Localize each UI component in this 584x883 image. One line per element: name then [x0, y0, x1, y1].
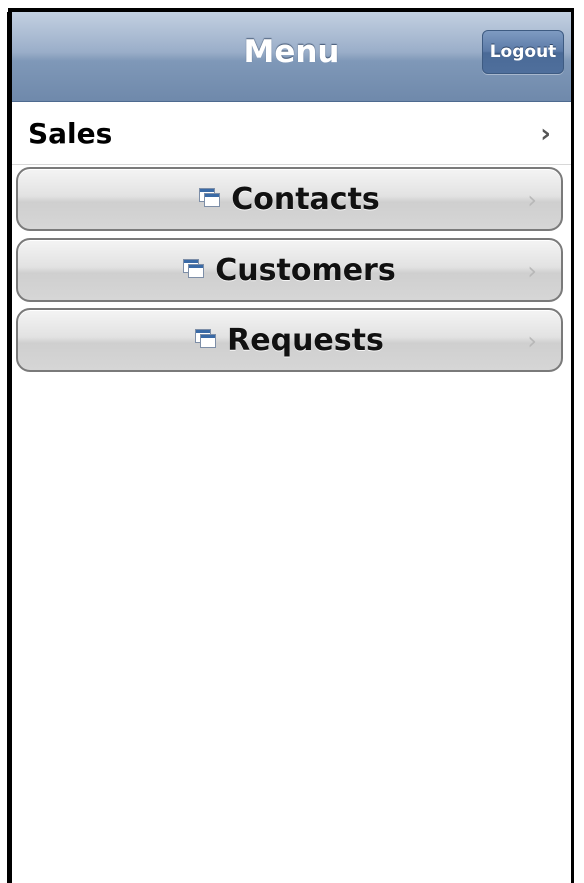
frame-edge-line [7, 12, 8, 883]
chevron-right-icon: › [527, 257, 537, 285]
menu-item-contacts[interactable]: Contacts › [16, 167, 563, 231]
chevron-right-icon: › [527, 327, 537, 355]
app-frame: Menu Logout Sales › Contacts › Customers… [8, 8, 574, 883]
logout-button[interactable]: Logout [482, 30, 564, 74]
menu-item-content: Requests [18, 310, 561, 370]
screen: Menu Logout Sales › Contacts › Customers… [0, 0, 584, 883]
header-bar: Menu Logout [12, 12, 571, 102]
menu-item-content: Customers [18, 240, 561, 300]
menu-item-content: Contacts [18, 169, 561, 229]
menu-item-label: Requests [227, 322, 384, 358]
sales-label: Sales [28, 117, 113, 150]
chevron-right-icon: › [540, 119, 551, 149]
menu-item-requests[interactable]: Requests › [16, 308, 563, 372]
list-item-sales[interactable]: Sales › [12, 103, 571, 165]
document-icon [199, 188, 221, 207]
document-icon [195, 329, 217, 348]
chevron-right-icon: › [527, 186, 537, 214]
menu-item-label: Customers [215, 252, 396, 288]
menu-item-customers[interactable]: Customers › [16, 238, 563, 302]
menu-item-label: Contacts [231, 181, 380, 217]
document-icon [183, 259, 205, 278]
